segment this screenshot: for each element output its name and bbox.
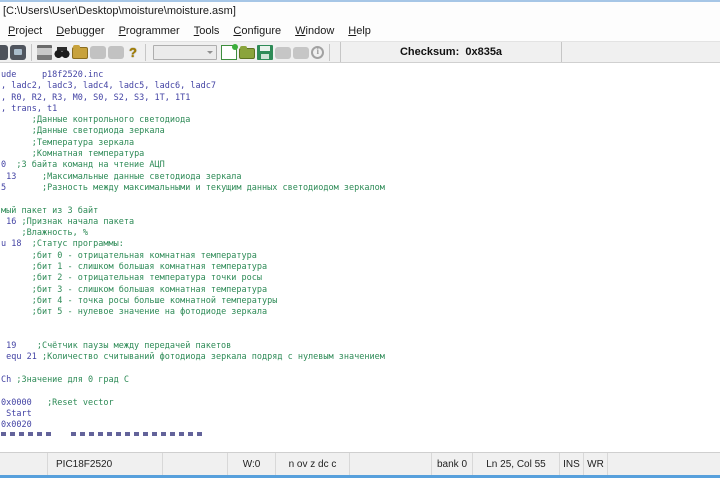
code-line: ;Комнатная температура <box>31 149 145 160</box>
line-col-indicator: Ln 25, Col 55 <box>473 453 560 475</box>
folder-icon[interactable] <box>72 45 88 59</box>
status-spacer <box>0 453 48 475</box>
clipped-code-line <box>1 431 720 443</box>
code-line: 0x0020 <box>1 420 32 431</box>
title-bar: [C:\Users\User\Desktop\moisture\moisture… <box>0 2 720 20</box>
clipped-text-fragment <box>71 431 203 436</box>
ins-mode: INS <box>560 453 584 475</box>
code-line: ;бит 4 - точка росы больше комнатной тем… <box>31 295 278 306</box>
code-line: 0x0000 ;Reset vector <box>1 397 114 408</box>
code-line: , R0, R2, R3, M0, S0, S2, S3, 1T, 1T1 <box>1 92 191 103</box>
clipped-text-fragment <box>1 431 53 436</box>
checksum-value: Checksum: 0x835a <box>399 46 503 58</box>
toolbar-separator <box>329 43 330 61</box>
new-file-icon[interactable] <box>221 43 238 60</box>
code-line: ;бит 1 - слишком большая комнатная темпе… <box>31 262 268 273</box>
code-line: Start <box>1 408 32 419</box>
menu-debugger[interactable]: Debugger <box>49 23 111 39</box>
code-line: 13 ;Максимальные данные светодиода зерка… <box>1 171 242 182</box>
stamp-icon-2[interactable] <box>108 46 124 59</box>
code-line: ;бит 5 - нулевое значение на фотодиоде з… <box>31 307 268 318</box>
menu-programmer[interactable]: Programmer <box>112 23 187 39</box>
code-line: ;Данные светодиода зеркала <box>31 126 165 137</box>
save-icon[interactable] <box>257 44 273 60</box>
menu-tools[interactable]: Tools <box>187 23 227 39</box>
project-combobox[interactable] <box>153 44 217 60</box>
mplab-window: [C:\Users\User\Desktop\moisture\moisture… <box>0 0 720 480</box>
code-line: ;бит 0 - отрицательная комнатная темпера… <box>31 250 257 261</box>
menu-bar: Project Debugger Programmer Tools Configure W… <box>0 20 720 41</box>
help-icon[interactable] <box>126 45 140 60</box>
menu-configure[interactable]: Configure <box>226 23 288 39</box>
flag-bits: n ov z dc c <box>276 453 350 475</box>
code-line: ;бит 2 - отрицательная температура точки… <box>31 273 263 284</box>
code-line: 0 ;3 байта команд на чтение АЦП <box>1 160 165 171</box>
status-spacer <box>608 453 720 475</box>
checksum-panel: Checksum: 0x835a <box>340 42 562 62</box>
code-line: ;Влажность, % <box>21 228 89 239</box>
program-icon[interactable] <box>275 47 291 59</box>
status-spacer <box>350 453 432 475</box>
code-line: ;Данные контрольного светодиода <box>31 115 191 126</box>
code-line: Ch ;Значение для 0 град С <box>1 375 129 386</box>
read-icon[interactable] <box>293 47 309 59</box>
status-bar: PIC18F2520 W:0 n ov z dc c bank 0 Ln 25, Col… <box>0 452 720 475</box>
code-line: ;Температура зеркала <box>31 137 135 148</box>
menu-help[interactable]: Help <box>341 23 378 39</box>
code-line: 5 ;Разность между максимальными и текущи… <box>1 182 385 193</box>
info-icon[interactable] <box>311 46 324 59</box>
code-line: equ 21 ;Количество считываний фотодиода … <box>1 352 385 363</box>
bank-indicator: bank 0 <box>432 453 473 475</box>
open-file-icon[interactable] <box>239 45 255 59</box>
code-line: u 18 ;Статус программы: <box>1 239 124 250</box>
toolbar-separator <box>31 43 32 61</box>
code-editor[interactable]: ude p18f2520.inc, ladc2, ladc3, ladc4, l… <box>0 63 720 452</box>
menu-project[interactable]: Project <box>1 23 49 39</box>
code-line: мый пакет из 3 байт <box>1 205 99 216</box>
code-line: , trans, t1 <box>1 103 58 114</box>
find-icon[interactable] <box>54 44 70 60</box>
code-line: , ladc2, ladc3, ladc4, ladc5, ladc6, lad… <box>1 81 216 92</box>
code-line: ;бит 3 - слишком большая комнатная темпе… <box>31 284 268 295</box>
device-name: PIC18F2520 <box>48 453 163 475</box>
paste-icon[interactable] <box>10 44 26 60</box>
status-spacer <box>163 453 228 475</box>
code-line: 16 ;Признак начала пакета <box>1 216 135 227</box>
w-register: W:0 <box>228 453 276 475</box>
window-title: [C:\Users\User\Desktop\moisture\moisture… <box>3 5 236 17</box>
code-line: 19 ;Счётчик паузы между передачей пакето… <box>1 341 232 352</box>
menu-window[interactable]: Window <box>288 23 341 39</box>
window-bottom-border <box>0 475 720 478</box>
toolbar-separator <box>145 43 146 61</box>
stamp-icon-1[interactable] <box>90 46 106 59</box>
toolbar: Checksum: 0x835a <box>0 41 720 63</box>
code-line: ude p18f2520.inc <box>1 70 104 80</box>
print-icon[interactable] <box>37 44 52 60</box>
write-mode: WR <box>584 453 608 475</box>
window-partial-icon[interactable] <box>0 44 8 60</box>
